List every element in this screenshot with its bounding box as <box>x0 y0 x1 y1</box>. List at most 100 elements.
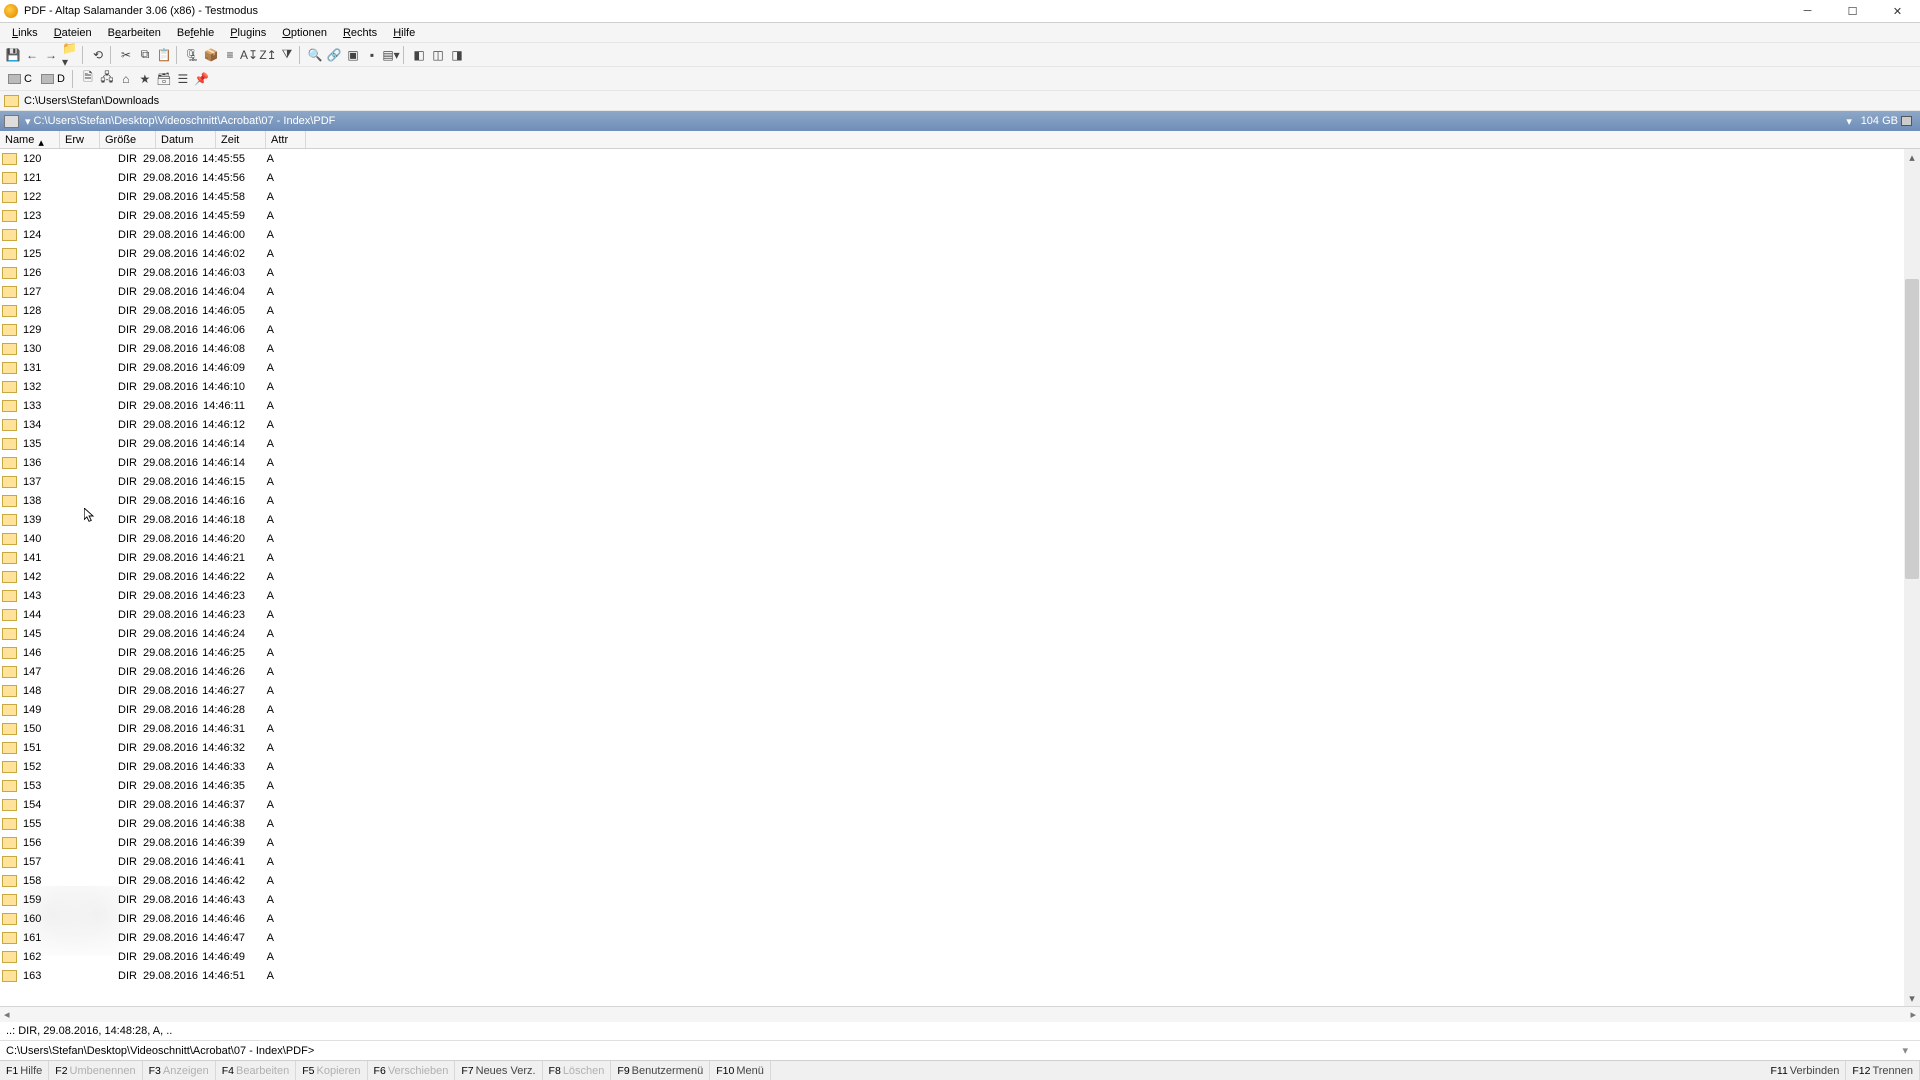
drive-change-icon[interactable]: 💾 <box>4 46 22 64</box>
table-row[interactable]: 148DIR29.08.201614:46:27A <box>0 681 1904 700</box>
forward-icon[interactable]: → <box>42 46 60 64</box>
fkey-f1[interactable]: F1Hilfe <box>0 1061 49 1080</box>
refresh-icon[interactable]: ⟲ <box>89 46 107 64</box>
table-row[interactable]: 124DIR29.08.201614:46:00A <box>0 225 1904 244</box>
table-row[interactable]: 135DIR29.08.201614:46:14A <box>0 434 1904 453</box>
history-icon[interactable]: 🗃 <box>155 70 173 88</box>
fkey-f4[interactable]: F4Bearbeiten <box>216 1061 296 1080</box>
scroll-down-icon[interactable]: ▾ <box>1904 990 1920 1006</box>
panel-right-icon[interactable]: ◨ <box>448 46 466 64</box>
table-row[interactable]: 139DIR29.08.201614:46:18A <box>0 510 1904 529</box>
menu-links[interactable]: LLinksinks <box>4 25 46 41</box>
table-row[interactable]: 150DIR29.08.201614:46:31A <box>0 719 1904 738</box>
table-row[interactable]: 160DIR29.08.201614:46:46A <box>0 909 1904 928</box>
menu-dateien[interactable]: Dateien <box>46 25 100 41</box>
scroll-left-icon[interactable]: ◂ <box>4 1008 10 1021</box>
menu-befehle[interactable]: Befehle <box>169 25 222 41</box>
panel-left-icon[interactable]: ◧ <box>410 46 428 64</box>
copy-icon[interactable]: ⧉ <box>136 46 154 64</box>
terminal-icon[interactable]: ▣ <box>344 46 362 64</box>
favorites-icon[interactable]: ★ <box>136 70 154 88</box>
fkey-f5[interactable]: F5Kopieren <box>296 1061 367 1080</box>
maximize-button[interactable]: ☐ <box>1830 0 1875 23</box>
drive-d-button[interactable]: D <box>37 70 69 88</box>
hotpath-icon[interactable]: ⌂ <box>117 70 135 88</box>
table-row[interactable]: 149DIR29.08.201614:46:28A <box>0 700 1904 719</box>
table-row[interactable]: 151DIR29.08.201614:46:32A <box>0 738 1904 757</box>
table-row[interactable]: 131DIR29.08.201614:46:09A <box>0 358 1904 377</box>
header-ext[interactable]: Erw <box>60 131 100 148</box>
find-icon[interactable]: 🔍 <box>306 46 324 64</box>
cut-icon[interactable]: ✂ <box>117 46 135 64</box>
table-row[interactable]: 136DIR29.08.201614:46:14A <box>0 453 1904 472</box>
header-attr[interactable]: Attr <box>266 131 306 148</box>
menu-rechts[interactable]: Rechts <box>335 25 385 41</box>
fkey-f8[interactable]: F8Löschen <box>543 1061 612 1080</box>
header-size[interactable]: Größe <box>100 131 156 148</box>
table-row[interactable]: 133DIR29.08.201614:46:11A <box>0 396 1904 415</box>
paste-icon[interactable]: 📋 <box>155 46 173 64</box>
close-button[interactable]: ✕ <box>1875 0 1920 23</box>
other-panel-path[interactable]: C:\Users\Stefan\Downloads <box>0 91 1920 111</box>
fkey-f11[interactable]: F11Verbinden <box>1764 1061 1846 1080</box>
pin-icon[interactable]: 📌 <box>193 70 211 88</box>
table-row[interactable]: 144DIR29.08.201614:46:23A <box>0 605 1904 624</box>
table-row[interactable]: 122DIR29.08.201614:45:58A <box>0 187 1904 206</box>
header-name[interactable]: Name▴ <box>0 131 60 148</box>
header-time[interactable]: Zeit <box>216 131 266 148</box>
table-row[interactable]: 121DIR29.08.201614:45:56A <box>0 168 1904 187</box>
table-row[interactable]: 145DIR29.08.201614:46:24A <box>0 624 1904 643</box>
table-row[interactable]: 140DIR29.08.201614:46:20A <box>0 529 1904 548</box>
menu-optionen[interactable]: Optionen <box>274 25 335 41</box>
table-row[interactable]: 163DIR29.08.201614:46:51A <box>0 966 1904 985</box>
fkey-f7[interactable]: F7Neues Verz. <box>455 1061 542 1080</box>
back-icon[interactable]: ← <box>23 46 41 64</box>
tree-icon[interactable]: ☰ <box>174 70 192 88</box>
table-row[interactable]: 161DIR29.08.201614:46:47A <box>0 928 1904 947</box>
table-row[interactable]: 159DIR29.08.201614:46:43A <box>0 890 1904 909</box>
path-history-dropdown-icon[interactable]: ▾ <box>1844 116 1855 127</box>
table-row[interactable]: 156DIR29.08.201614:46:39A <box>0 833 1904 852</box>
table-row[interactable]: 132DIR29.08.201614:46:10A <box>0 377 1904 396</box>
fkey-f3[interactable]: F3Anzeigen <box>143 1061 216 1080</box>
table-row[interactable]: 137DIR29.08.201614:46:15A <box>0 472 1904 491</box>
table-row[interactable]: 120DIR29.08.201614:45:55A <box>0 149 1904 168</box>
path-dropdown-icon[interactable]: ▾ <box>25 115 31 128</box>
table-row[interactable]: 155DIR29.08.201614:46:38A <box>0 814 1904 833</box>
header-date[interactable]: Datum <box>156 131 216 148</box>
table-row[interactable]: 143DIR29.08.201614:46:23A <box>0 586 1904 605</box>
scroll-right-icon[interactable]: ▸ <box>1910 1008 1916 1021</box>
unzip-icon[interactable]: 📦 <box>202 46 220 64</box>
table-row[interactable]: 158DIR29.08.201614:46:42A <box>0 871 1904 890</box>
table-row[interactable]: 142DIR29.08.201614:46:22A <box>0 567 1904 586</box>
minimize-button[interactable]: ─ <box>1785 0 1830 23</box>
table-row[interactable]: 153DIR29.08.201614:46:35A <box>0 776 1904 795</box>
command-history-dropdown-icon[interactable]: ▾ <box>1896 1044 1914 1057</box>
fkey-f6[interactable]: F6Verschieben <box>368 1061 456 1080</box>
sort-asc-icon[interactable]: A↧ <box>240 46 258 64</box>
table-row[interactable]: 123DIR29.08.201614:45:59A <box>0 206 1904 225</box>
view-layout-icon[interactable]: ▤▾ <box>382 46 400 64</box>
table-row[interactable]: 138DIR29.08.201614:46:16A <box>0 491 1904 510</box>
table-row[interactable]: 134DIR29.08.201614:46:12A <box>0 415 1904 434</box>
scroll-thumb[interactable] <box>1905 279 1919 579</box>
table-row[interactable]: 128DIR29.08.201614:46:05A <box>0 301 1904 320</box>
panel-both-icon[interactable]: ◫ <box>429 46 447 64</box>
properties-icon[interactable]: ≡ <box>221 46 239 64</box>
table-row[interactable]: 146DIR29.08.201614:46:25A <box>0 643 1904 662</box>
fkey-f12[interactable]: F12Trennen <box>1846 1061 1920 1080</box>
command-line[interactable]: C:\Users\Stefan\Desktop\Videoschnitt\Acr… <box>0 1040 1920 1060</box>
table-row[interactable]: 130DIR29.08.201614:46:08A <box>0 339 1904 358</box>
filter-icon[interactable]: ⧩ <box>278 46 296 64</box>
table-row[interactable]: 152DIR29.08.201614:46:33A <box>0 757 1904 776</box>
network-icon[interactable]: 🖧 <box>98 70 116 88</box>
table-row[interactable]: 162DIR29.08.201614:46:49A <box>0 947 1904 966</box>
drive-c-button[interactable]: C <box>4 70 36 88</box>
fkey-f9[interactable]: F9Benutzermenü <box>611 1061 710 1080</box>
table-row[interactable]: 154DIR29.08.201614:46:37A <box>0 795 1904 814</box>
fkey-f2[interactable]: F2Umbenennen <box>49 1061 142 1080</box>
table-row[interactable]: 157DIR29.08.201614:46:41A <box>0 852 1904 871</box>
active-panel-path[interactable]: ▾ C:\Users\Stefan\Desktop\Videoschnitt\A… <box>0 111 1920 131</box>
link-icon[interactable]: 🔗 <box>325 46 343 64</box>
scroll-up-icon[interactable]: ▴ <box>1904 149 1920 165</box>
